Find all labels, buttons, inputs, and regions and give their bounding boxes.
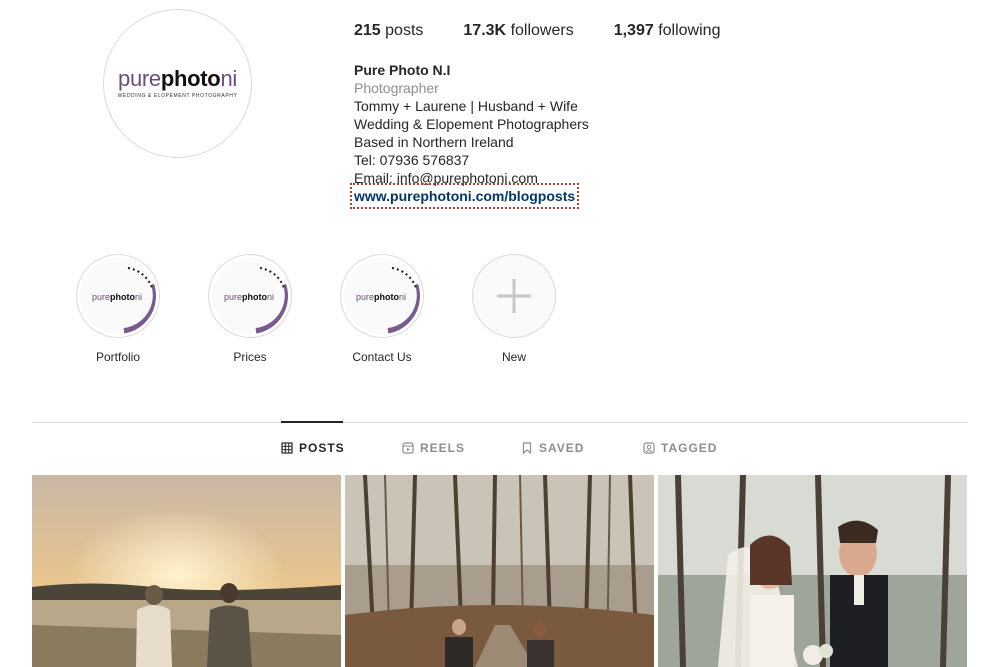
profile-name: Pure Photo N.I bbox=[354, 62, 451, 78]
active-tab-indicator bbox=[281, 421, 343, 423]
profile-avatar[interactable]: purephotoni WEDDING & ELOPEMENT PHOTOGRA… bbox=[103, 9, 252, 158]
profile-website-link[interactable]: www.purephotoni.com/blogposts bbox=[349, 183, 580, 209]
highlight-label: Contact Us bbox=[352, 350, 412, 364]
followers-stat[interactable]: 17.3K followers bbox=[463, 22, 573, 40]
tabs-divider bbox=[32, 422, 967, 423]
highlight-label: Prices bbox=[233, 350, 267, 364]
tab-reels[interactable]: REELS bbox=[402, 441, 465, 455]
bio-line: Tommy + Laurene | Husband + Wife bbox=[354, 98, 578, 114]
highlight-portfolio[interactable]: purephotoni Portfolio bbox=[76, 254, 160, 364]
bookmark-icon bbox=[522, 442, 532, 454]
reels-icon bbox=[402, 442, 414, 454]
highlight-contact-us[interactable]: purephotoni Contact Us bbox=[340, 254, 424, 364]
brand-logo: purephotoni bbox=[118, 66, 237, 91]
highlight-cover: purephotoni bbox=[76, 254, 160, 338]
highlight-cover: purephotoni bbox=[340, 254, 424, 338]
highlight-prices[interactable]: purephotoni Prices bbox=[208, 254, 292, 364]
story-highlights: purephotoni Portfolio purephotoni Prices bbox=[76, 254, 604, 364]
woodland-couple-photo bbox=[345, 475, 654, 667]
plus-icon bbox=[497, 279, 531, 313]
brand-tagline: WEDDING & ELOPEMENT PHOTOGRAPHY bbox=[117, 93, 238, 99]
tagged-icon bbox=[643, 442, 655, 454]
bio-line: Email: info@purephotoni.com bbox=[354, 170, 538, 186]
post-thumbnail[interactable] bbox=[32, 475, 341, 667]
profile-tabs: POSTS REELS SAVED TAGGED bbox=[0, 441, 1000, 459]
highlight-logo: purephotoni bbox=[92, 292, 143, 302]
following-stat[interactable]: 1,397 following bbox=[614, 22, 721, 40]
profile-bio: Pure Photo N.I Photographer Tommy + Laur… bbox=[349, 61, 589, 209]
highlight-logo: purephotoni bbox=[224, 292, 275, 302]
highlight-cover: purephotoni bbox=[208, 254, 292, 338]
bio-line: Tel: 07936 576837 bbox=[354, 152, 470, 168]
highlight-label: New bbox=[501, 350, 526, 364]
grid-icon bbox=[281, 442, 293, 454]
bio-line: Wedding & Elopement Photographers bbox=[354, 116, 589, 132]
highlight-label: Portfolio bbox=[95, 350, 141, 364]
highlight-new[interactable]: New bbox=[472, 254, 556, 364]
bio-line: Based in Northern Ireland bbox=[354, 134, 514, 150]
sunset-couple-photo bbox=[32, 475, 341, 667]
highlight-logo: purephotoni bbox=[356, 292, 407, 302]
posts-stat: 215 posts bbox=[354, 22, 424, 39]
bride-groom-photo bbox=[658, 475, 967, 667]
tab-tagged[interactable]: TAGGED bbox=[643, 441, 717, 455]
tab-saved[interactable]: SAVED bbox=[521, 441, 584, 455]
tab-posts[interactable]: POSTS bbox=[281, 441, 345, 455]
post-thumbnail[interactable] bbox=[658, 475, 967, 667]
new-highlight-circle bbox=[472, 254, 556, 338]
profile-stats: 215 posts 17.3K followers 1,397 followin… bbox=[354, 22, 760, 40]
profile-category: Photographer bbox=[354, 80, 439, 96]
post-thumbnail[interactable] bbox=[345, 475, 654, 667]
